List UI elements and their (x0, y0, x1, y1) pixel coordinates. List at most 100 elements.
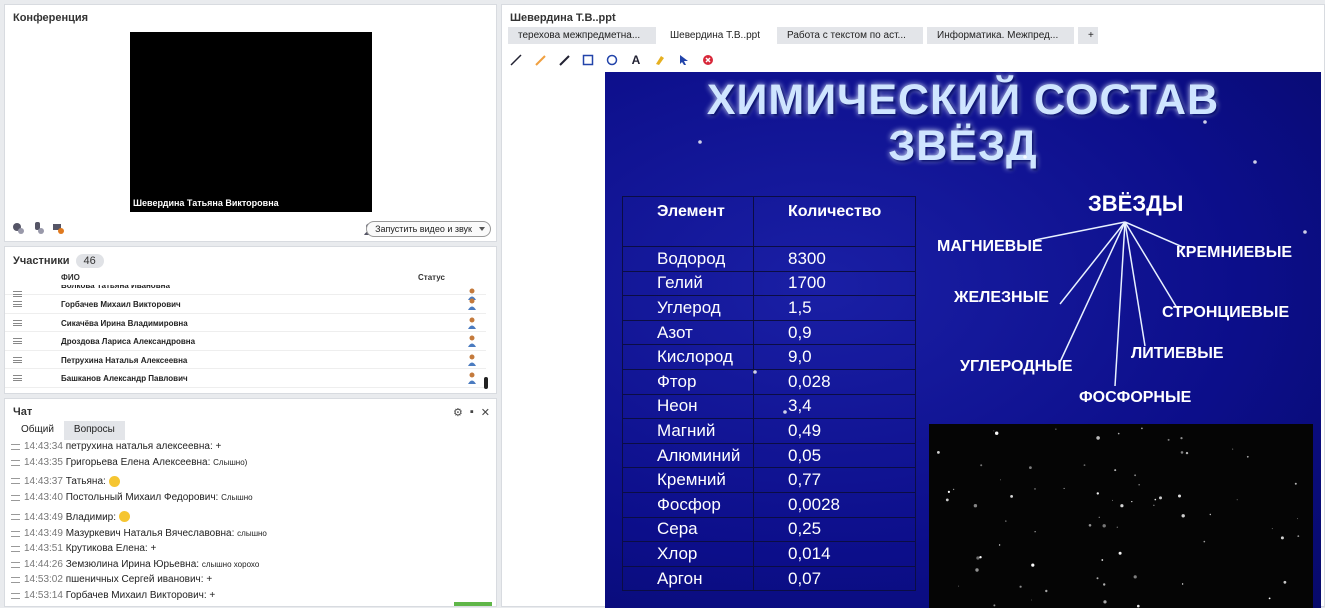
star-dot (1141, 427, 1143, 430)
maximize-icon[interactable]: ▪ (470, 406, 474, 419)
circle-icon[interactable] (604, 52, 620, 68)
star-dot (1116, 526, 1118, 528)
message-author: Постольный Михаил Федорович: (65, 492, 219, 503)
star-dot (1280, 536, 1284, 540)
message-menu-icon[interactable] (11, 530, 20, 537)
participant-name: Горбачев Михаил Викторович (61, 300, 181, 309)
message-menu-icon[interactable] (11, 577, 20, 583)
camera-settings-icon[interactable] (11, 221, 25, 235)
column-header-status[interactable]: Статус (418, 273, 445, 282)
drag-handle-icon[interactable] (13, 356, 22, 363)
message-menu-icon[interactable] (11, 444, 20, 450)
pointer-icon[interactable] (676, 52, 692, 68)
rectangle-icon[interactable] (580, 52, 596, 68)
star-dot (1181, 583, 1184, 585)
text-tool-icon[interactable]: A (628, 52, 644, 68)
message-menu-icon[interactable] (11, 561, 20, 568)
message-time: 14:43:37 (24, 476, 63, 487)
participant-name: Башканов Александр Павлович (61, 374, 188, 383)
participant-row[interactable]: Волкова Татьяна Ивановна (5, 285, 486, 300)
participant-name: Сикачёва Ирина Владимировна (61, 318, 188, 328)
star-dot (1103, 600, 1107, 604)
clear-icon[interactable] (700, 52, 716, 68)
gear-icon[interactable]: ⚙ (453, 406, 463, 419)
element-name: Алюминий (622, 442, 754, 469)
star-dot (1098, 516, 1100, 518)
chat-send-indicator[interactable] (454, 602, 492, 606)
share-settings-icon[interactable] (51, 221, 65, 235)
drag-handle-icon[interactable] (13, 319, 22, 326)
star-dot (1005, 520, 1007, 522)
star-dot (1031, 599, 1032, 601)
message-menu-icon[interactable] (11, 546, 20, 552)
star-dot (1112, 499, 1113, 501)
document-tab[interactable]: Шевердина Т.В..ppt (660, 27, 773, 44)
start-video-dropdown[interactable]: Запустить видео и звук (366, 221, 491, 237)
element-name: Хлор (622, 541, 754, 567)
drag-handle-icon[interactable] (13, 301, 22, 307)
eraser-icon[interactable] (652, 52, 668, 68)
element-amount: 0,05 (753, 442, 916, 469)
document-tab[interactable]: Информатика. Межпред... (927, 27, 1074, 44)
participant-name: Петрухина Наталья Алексеевна (61, 355, 188, 365)
element-amount: 0,0028 (753, 491, 916, 518)
participant-status-icon (467, 354, 477, 366)
star-dot (1034, 488, 1036, 490)
column-header-name[interactable]: ФИО (61, 273, 80, 282)
star-dot (1154, 498, 1157, 501)
participant-status-icon (467, 372, 477, 384)
participants-scrollbar[interactable] (484, 377, 488, 389)
tab-general[interactable]: Общий (11, 421, 64, 440)
add-tab-button[interactable]: + (1078, 27, 1098, 44)
sparkle-decoration (698, 140, 702, 144)
chevron-down-icon (479, 227, 485, 231)
drag-handle-icon[interactable] (13, 375, 22, 381)
document-tab[interactable]: Работа с текстом по аст... (777, 27, 923, 44)
pen-icon[interactable] (556, 52, 572, 68)
star-dot (1138, 484, 1140, 486)
table-row: Кремний 0,77 (622, 467, 916, 493)
message-text: + (215, 441, 222, 452)
chat-message: 14:43:40 Постольный Михаил Федорович: Сл… (5, 490, 488, 506)
star-type-carbon: УГЛЕРОДНЫЕ (960, 358, 1073, 375)
participant-row[interactable]: Дроздова Лариса Александровна (5, 332, 486, 351)
star-dot (993, 430, 995, 432)
star-dot (1102, 524, 1106, 528)
diagram-arrow (1034, 221, 1126, 241)
message-menu-icon[interactable] (11, 592, 20, 599)
star-dot (976, 556, 980, 560)
star-dot (952, 488, 955, 491)
highlighter-icon[interactable] (532, 52, 548, 68)
document-tab[interactable]: терехова межпредметна... (508, 27, 656, 44)
starfield-image (929, 424, 1313, 608)
tab-questions[interactable]: Вопросы (63, 421, 125, 440)
star-dot (1034, 531, 1036, 533)
star-dot (1268, 597, 1271, 600)
star-dot (1029, 466, 1032, 469)
message-menu-icon[interactable] (11, 513, 20, 520)
participant-row[interactable]: Горбачев Михаил Викторович (5, 295, 486, 314)
participant-row[interactable]: Петрухина Наталья Алексеевна (5, 351, 486, 369)
line-tool-icon[interactable] (508, 52, 524, 68)
star-dot (980, 464, 983, 467)
microphone-settings-icon[interactable] (31, 221, 45, 235)
participant-status-icon (467, 298, 477, 310)
presentation-slide: ХИМИЧЕСКИЙ СОСТАВ ЗВЁЗД Элемент Количест… (605, 72, 1321, 608)
diagram-arrow (1124, 221, 1178, 309)
close-icon[interactable]: ✕ (481, 406, 490, 419)
message-text: + (209, 589, 216, 601)
message-menu-icon[interactable] (11, 495, 20, 501)
message-menu-icon[interactable] (11, 478, 20, 484)
chat-message: 14:43:49 Владимир: (5, 506, 488, 526)
message-menu-icon[interactable] (11, 459, 20, 466)
element-name: Фосфор (622, 491, 754, 518)
element-amount: 0,77 (753, 467, 916, 493)
chat-message: 14:43:34 петрухина наталья алексеевна: + (5, 439, 488, 455)
participant-row[interactable]: Башканов Александр Павлович (5, 369, 486, 388)
drag-handle-icon[interactable] (13, 338, 22, 344)
video-feed[interactable]: Шевердина Татьяна Викторовна (130, 32, 372, 212)
participant-row[interactable]: Сикачёва Ирина Владимировна (5, 314, 486, 332)
star-dot (1103, 583, 1106, 586)
element-amount: 0,25 (753, 516, 916, 543)
star-type-silicon: КРЕМНИЕВЫЕ (1176, 244, 1293, 261)
